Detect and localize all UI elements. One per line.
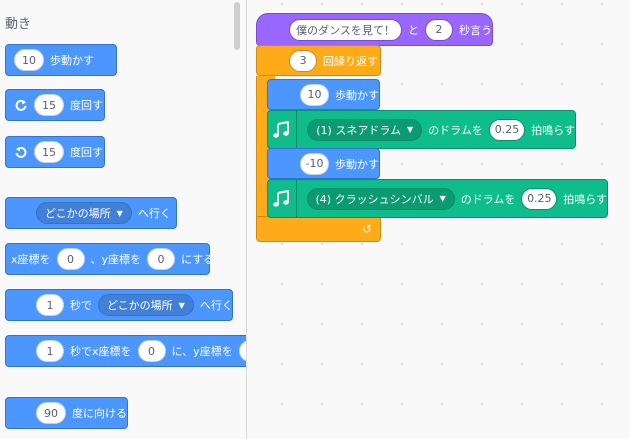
- point-direction-block[interactable]: 90 度に向ける: [5, 397, 128, 429]
- category-title: 動き: [5, 17, 32, 32]
- chevron-down-icon: ▼: [178, 300, 185, 310]
- code-workspace[interactable]: 僕のダンスを見て！ と 2 秒言う 3 回繰り返す ↺ 10 歩動かす (1) …: [247, 0, 630, 439]
- steps-input[interactable]: 10: [14, 49, 44, 71]
- block-label: のドラムを: [428, 123, 483, 137]
- play-drum-block[interactable]: (4) クラッシュシンバル ▼ のドラムを 0.25 拍鳴らす: [267, 179, 608, 218]
- message-input[interactable]: 僕のダンスを見て！: [289, 18, 402, 41]
- block-label: 歩動かす: [335, 88, 379, 102]
- y-input[interactable]: 0: [238, 340, 246, 362]
- music-notes-icon: [268, 179, 297, 218]
- turn-right-block[interactable]: 15 度回す: [5, 89, 105, 121]
- block-label: 度回す: [70, 99, 103, 112]
- repeat-block-footer: ↺: [256, 216, 381, 242]
- music-notes-icon: [268, 110, 298, 149]
- repeat-block[interactable]: 3 回繰り返す: [256, 45, 381, 76]
- move-steps-block[interactable]: -10 歩動かす: [267, 148, 380, 179]
- palette-scrollbar[interactable]: [234, 2, 240, 50]
- move-steps-block[interactable]: 10 歩動かす: [267, 79, 380, 110]
- chevron-down-icon: ▼: [439, 194, 446, 203]
- steps-input[interactable]: -10: [300, 152, 329, 175]
- block-label: 歩動かす: [50, 54, 94, 67]
- block-label: と: [408, 23, 419, 37]
- steps-input[interactable]: 10: [300, 83, 329, 106]
- goto-block[interactable]: どこかの場所 ▼ へ行く: [5, 197, 177, 229]
- target-dropdown[interactable]: どこかの場所 ▼: [98, 294, 194, 316]
- block-label: x座標を: [11, 253, 51, 266]
- say-for-secs-block[interactable]: 僕のダンスを見て！ と 2 秒言う: [256, 13, 493, 46]
- block-label: 秒言う: [459, 23, 492, 37]
- degrees-input[interactable]: 15: [34, 141, 64, 163]
- y-input[interactable]: 0: [147, 248, 176, 270]
- dropdown-value: どこかの場所: [45, 207, 111, 220]
- times-input[interactable]: 3: [289, 49, 317, 72]
- block-label: に、y座標を: [171, 345, 233, 358]
- seconds-input[interactable]: 1: [36, 294, 64, 316]
- seconds-input[interactable]: 2: [425, 18, 453, 41]
- block-label: へ行く: [199, 299, 233, 312]
- drum-dropdown[interactable]: (1) スネアドラム ▼: [307, 118, 423, 141]
- block-label: 拍鳴らす: [563, 192, 607, 206]
- block-label: 、y座標を: [90, 253, 142, 266]
- block-label: 度回す: [70, 146, 103, 159]
- turn-left-block[interactable]: 15 度回す: [5, 136, 105, 168]
- beats-input[interactable]: 0.25: [521, 187, 558, 210]
- block-label: のドラムを: [460, 192, 516, 206]
- block-label: 回繰り返す: [323, 54, 378, 68]
- play-drum-block[interactable]: (1) スネアドラム ▼ のドラムを 0.25 拍鳴らす: [267, 110, 576, 149]
- glide-xy-block[interactable]: 1 秒でx座標を 0 に、y座標を 0: [5, 335, 246, 367]
- dropdown-value: (1) スネアドラム: [316, 123, 402, 137]
- block-label: 秒で: [70, 299, 92, 312]
- glide-to-block[interactable]: 1 秒で どこかの場所 ▼ へ行く: [5, 289, 233, 321]
- beats-input[interactable]: 0.25: [488, 118, 526, 141]
- dropdown-value: (4) クラッシュシンバル: [315, 192, 434, 206]
- block-label: 歩動かす: [335, 157, 379, 171]
- chevron-down-icon: ▼: [116, 208, 123, 218]
- x-input[interactable]: 0: [137, 340, 166, 362]
- block-label: にする: [181, 253, 215, 266]
- dropdown-value: どこかの場所: [107, 299, 173, 312]
- block-palette: 動き 10 歩動かす 15 度回す 15 度回す どこかの場所 ▼ へ行く x座標…: [0, 0, 246, 439]
- move-steps-block[interactable]: 10 歩動かす: [5, 44, 117, 76]
- degrees-input[interactable]: 15: [34, 94, 64, 116]
- seconds-input[interactable]: 1: [36, 340, 64, 362]
- goto-xy-block[interactable]: x座標を 0 、y座標を 0 にする: [5, 243, 214, 275]
- loop-arrow-icon: ↺: [361, 222, 372, 236]
- x-input[interactable]: 0: [56, 248, 85, 270]
- target-dropdown[interactable]: どこかの場所 ▼: [36, 202, 132, 224]
- block-label: へ行く: [137, 207, 171, 220]
- direction-input[interactable]: 90: [36, 402, 66, 424]
- block-label: 拍鳴らす: [531, 123, 575, 137]
- rotate-clockwise-icon: [14, 98, 28, 112]
- chevron-down-icon: ▼: [407, 125, 414, 134]
- block-label: 度に向ける: [72, 407, 127, 420]
- rotate-counterclockwise-icon: [14, 145, 28, 159]
- drum-dropdown[interactable]: (4) クラッシュシンバル ▼: [306, 187, 455, 210]
- block-label: 秒でx座標を: [70, 345, 132, 358]
